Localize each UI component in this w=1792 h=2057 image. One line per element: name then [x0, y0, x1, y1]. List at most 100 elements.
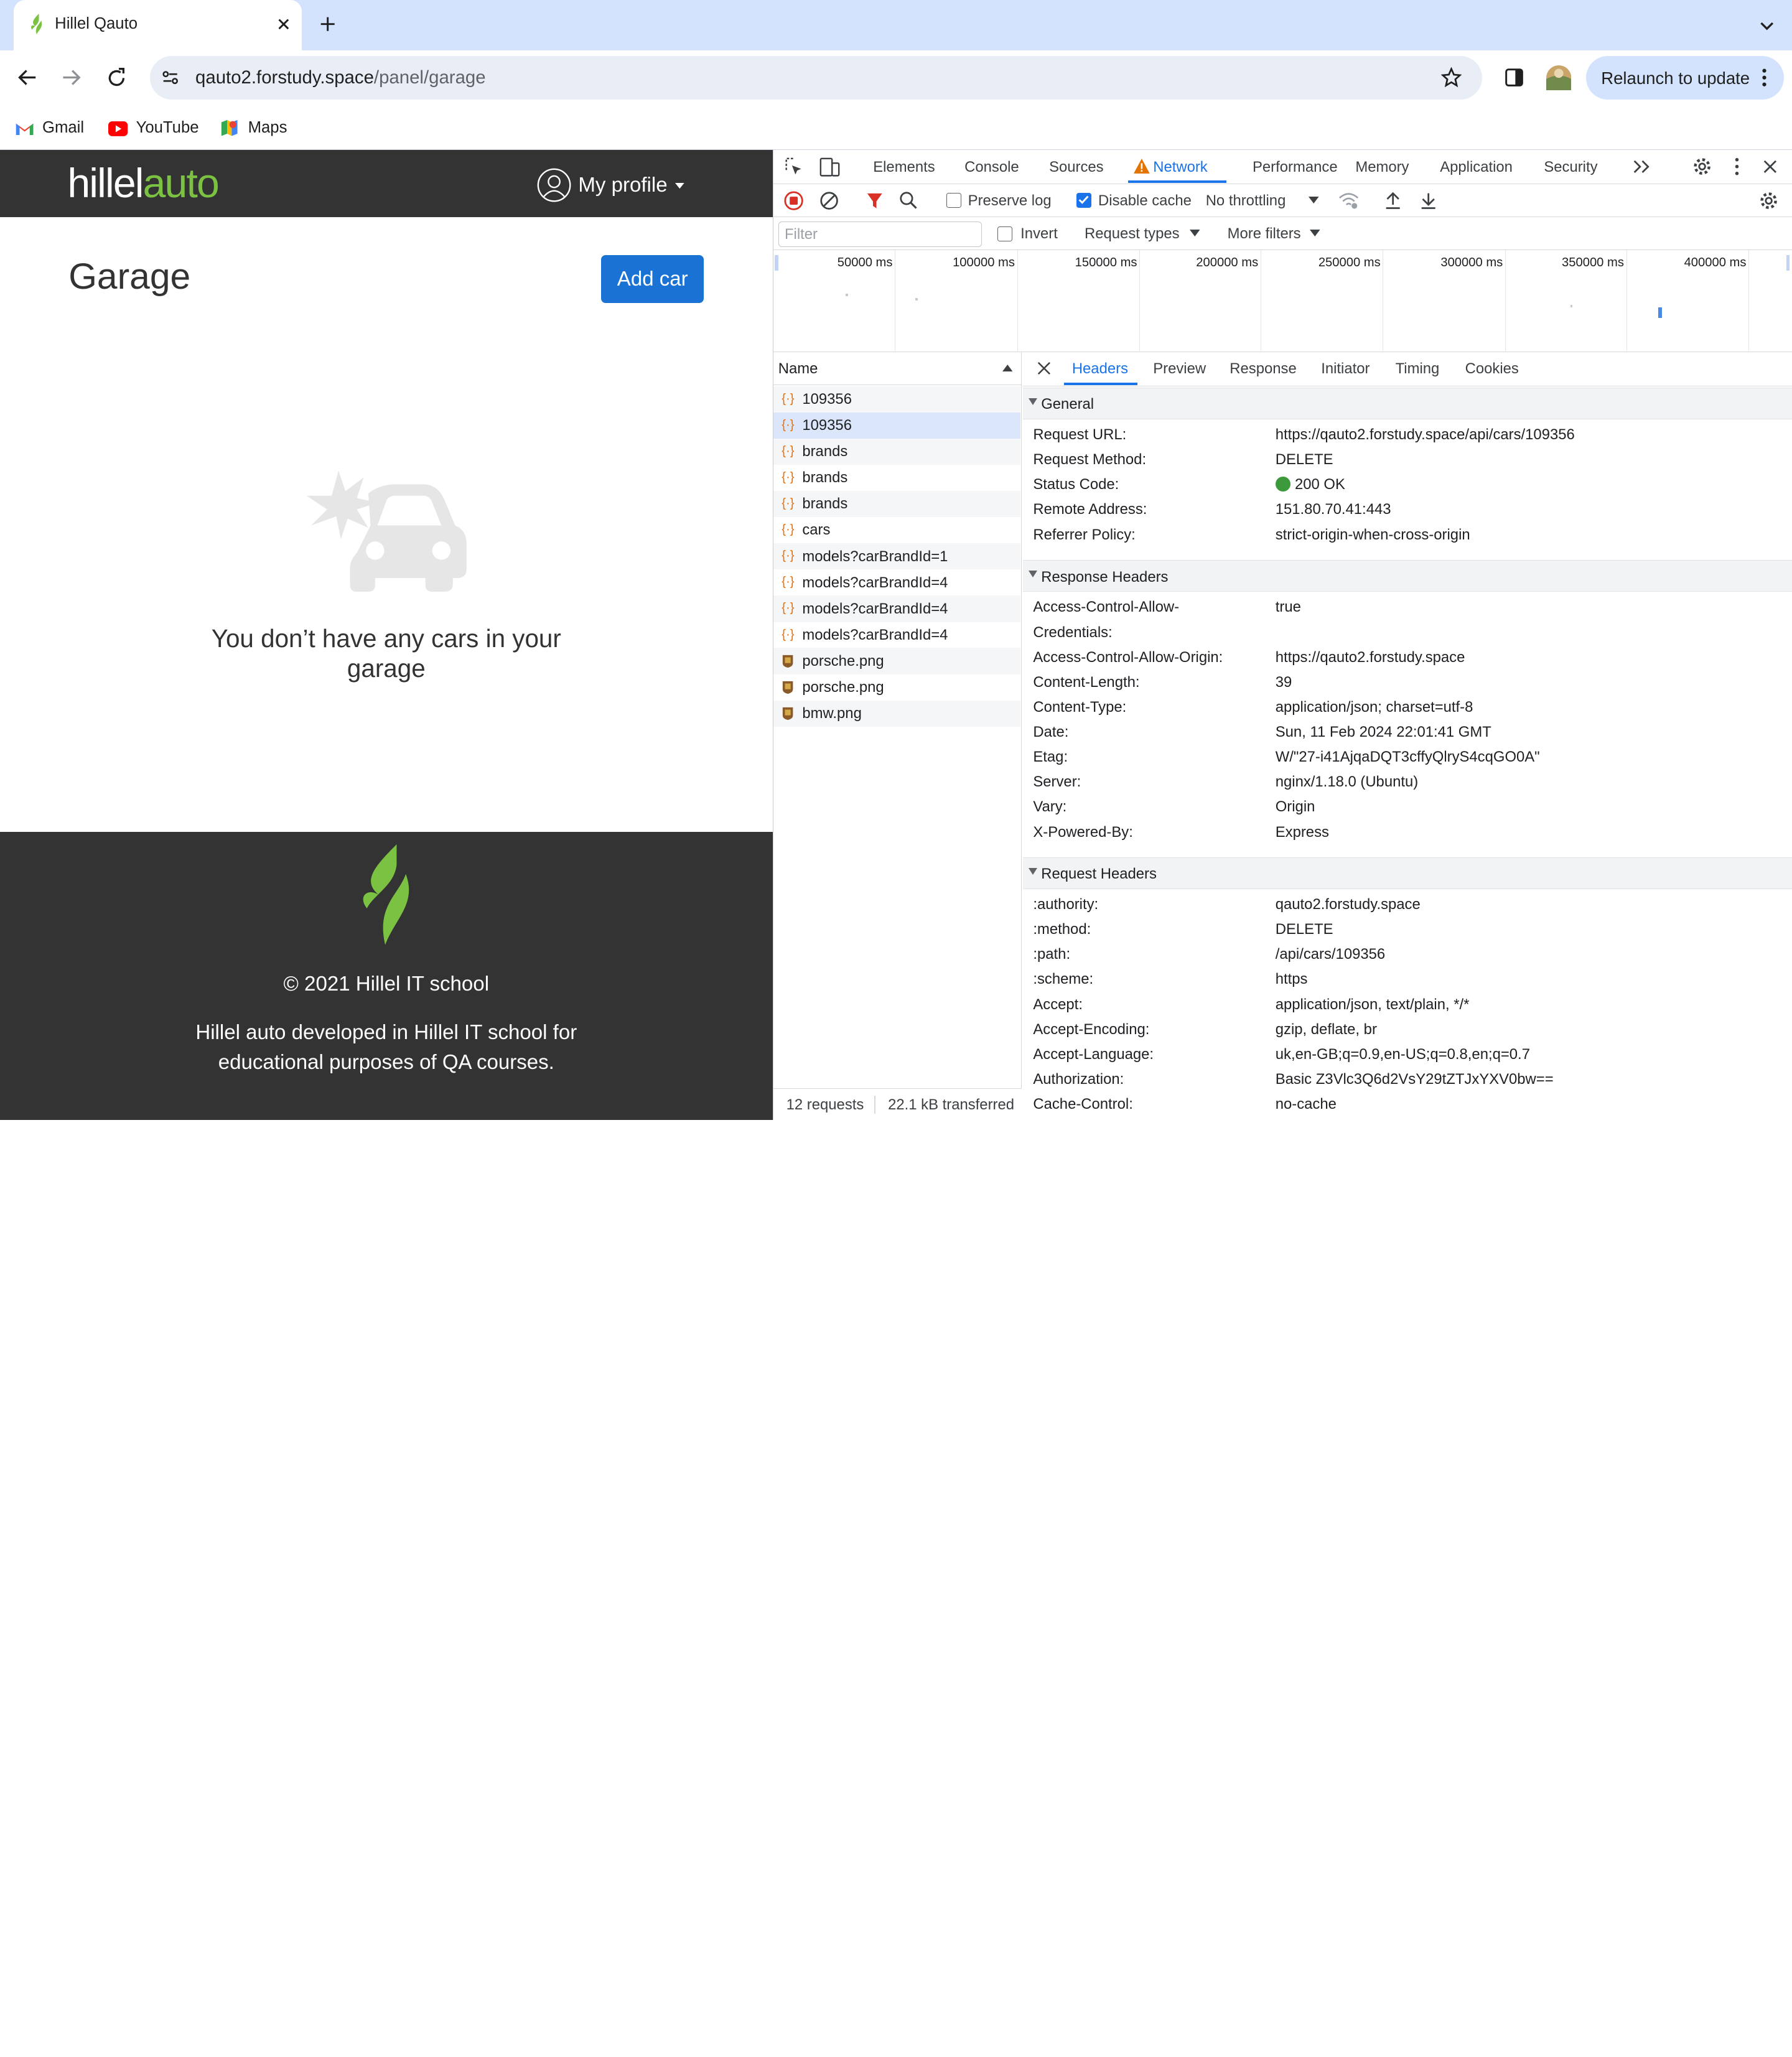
- general-section-header[interactable]: General: [1022, 387, 1792, 420]
- back-icon[interactable]: [16, 67, 39, 88]
- request-row[interactable]: {·} models?carBrandId=4: [773, 595, 1021, 622]
- header-value[interactable]: application/json, text/plain, */*: [1276, 996, 1470, 1014]
- new-tab-icon[interactable]: [319, 15, 337, 33]
- timeline-handle-left[interactable]: [775, 254, 778, 271]
- close-devtools-icon[interactable]: [1762, 159, 1778, 175]
- forward-icon[interactable]: [60, 67, 83, 88]
- bookmark-maps[interactable]: Maps: [248, 119, 287, 137]
- tab-security[interactable]: Security: [1544, 159, 1597, 176]
- request-row[interactable]: bmw.png: [773, 700, 1021, 727]
- tab-sources[interactable]: Sources: [1049, 159, 1104, 176]
- relaunch-button[interactable]: Relaunch to update: [1586, 55, 1785, 100]
- request-headers-section-header[interactable]: Request Headers: [1022, 857, 1792, 889]
- header-key: Content-Type:: [1033, 698, 1127, 716]
- header-value[interactable]: Basic Z3Vlc3Q6d2VsY29tZTJxYXV0bw==: [1276, 1071, 1554, 1088]
- header-value[interactable]: W/"27-i41AjqaDQT3cffyQlryS4cqGO0A": [1276, 749, 1540, 766]
- site-logo[interactable]: hillelauto: [67, 161, 219, 207]
- tab-memory[interactable]: Memory: [1355, 159, 1409, 176]
- header-value[interactable]: 39: [1276, 674, 1292, 691]
- header-value[interactable]: qauto2.forstudy.space: [1276, 896, 1421, 913]
- search-icon[interactable]: [899, 191, 918, 210]
- throttling-select[interactable]: No throttling: [1206, 192, 1286, 210]
- header-value[interactable]: https://qauto2.forstudy.space/api/cars/1…: [1276, 426, 1575, 444]
- bookmark-star-icon[interactable]: [1441, 67, 1462, 88]
- filter-input[interactable]: Filter: [778, 222, 982, 247]
- header-value[interactable]: nginx/1.18.0 (Ubuntu): [1276, 773, 1418, 791]
- header-value[interactable]: Express: [1276, 824, 1329, 841]
- header-value[interactable]: /api/cars/109356: [1276, 946, 1385, 963]
- filter-funnel-icon[interactable]: [866, 192, 884, 210]
- add-car-button[interactable]: Add car: [601, 254, 704, 303]
- request-types-dropdown[interactable]: Request types: [1085, 225, 1180, 243]
- bookmark-gmail[interactable]: Gmail: [42, 119, 84, 137]
- network-conditions-icon[interactable]: [1338, 191, 1359, 209]
- header-value[interactable]: DELETE: [1276, 921, 1333, 938]
- browser-tab[interactable]: Hillel Qauto: [14, 0, 302, 50]
- request-row[interactable]: {·} models?carBrandId=4: [773, 569, 1020, 595]
- timeline-handle-right[interactable]: [1786, 254, 1790, 271]
- tab-initiator[interactable]: Initiator: [1321, 360, 1370, 378]
- network-overview-timeline[interactable]: 50000 ms 100000 ms 150000 ms 200000 ms 2…: [773, 250, 1792, 352]
- tab-search-icon[interactable]: [1758, 16, 1776, 34]
- close-details-icon[interactable]: [1037, 361, 1052, 376]
- clear-icon[interactable]: [819, 191, 839, 210]
- request-row[interactable]: {·} cars: [773, 517, 1020, 543]
- header-value[interactable]: Sun, 11 Feb 2024 22:01:41 GMT: [1276, 724, 1491, 741]
- header-value[interactable]: DELETE: [1276, 451, 1333, 469]
- header-value[interactable]: https://qauto2.forstudy.space: [1276, 649, 1465, 666]
- address-bar[interactable]: qauto2.forstudy.space/panel/garage: [149, 55, 1483, 100]
- header-value[interactable]: gzip, deflate, br: [1276, 1021, 1377, 1038]
- site-info-icon[interactable]: [161, 68, 179, 86]
- stop-recording-icon[interactable]: [784, 191, 803, 210]
- devtools-menu-icon[interactable]: [1734, 157, 1740, 175]
- header-value[interactable]: true: [1276, 599, 1301, 616]
- profile-avatar[interactable]: [1546, 65, 1572, 91]
- import-har-icon[interactable]: [1384, 191, 1402, 210]
- preserve-log-checkbox[interactable]: [946, 193, 961, 208]
- tab-timing[interactable]: Timing: [1396, 360, 1440, 378]
- device-toolbar-icon[interactable]: [819, 157, 840, 177]
- request-row[interactable]: porsche.png: [773, 648, 1021, 674]
- reload-icon[interactable]: [105, 67, 128, 90]
- tab-cookies[interactable]: Cookies: [1465, 360, 1519, 378]
- name-column-header[interactable]: Name: [773, 352, 1022, 385]
- tab-application[interactable]: Application: [1440, 159, 1513, 176]
- network-settings-icon[interactable]: [1759, 191, 1778, 210]
- more-tabs-icon[interactable]: [1632, 159, 1650, 175]
- tab-headers[interactable]: Headers: [1072, 360, 1128, 378]
- request-row[interactable]: {·} 109356: [773, 412, 1021, 439]
- request-row[interactable]: {·} brands: [773, 438, 1021, 465]
- more-filters-dropdown[interactable]: More filters: [1228, 225, 1301, 243]
- request-row[interactable]: {·} models?carBrandId=4: [773, 622, 1020, 648]
- request-row[interactable]: porsche.png: [773, 674, 1020, 700]
- tab-preview[interactable]: Preview: [1153, 360, 1206, 378]
- request-row[interactable]: {·} 109356: [773, 386, 1021, 413]
- more-vert-icon[interactable]: [1761, 68, 1768, 87]
- header-value[interactable]: strict-origin-when-cross-origin: [1276, 526, 1470, 544]
- throttling-dropdown-icon[interactable]: [1309, 196, 1319, 203]
- side-panel-icon[interactable]: [1504, 67, 1524, 88]
- response-headers-section-header[interactable]: Response Headers: [1022, 559, 1792, 592]
- settings-gear-icon[interactable]: [1692, 157, 1712, 176]
- request-row[interactable]: {·} models?carBrandId=1: [773, 543, 1021, 570]
- tab-performance[interactable]: Performance: [1253, 159, 1338, 176]
- header-value[interactable]: 200 OK: [1295, 476, 1345, 493]
- header-value[interactable]: application/json; charset=utf-8: [1276, 699, 1473, 716]
- tab-response[interactable]: Response: [1230, 360, 1296, 378]
- inspect-element-icon[interactable]: [784, 157, 803, 177]
- tab-elements[interactable]: Elements: [873, 159, 935, 176]
- close-tab-icon[interactable]: [276, 16, 292, 32]
- header-value[interactable]: 151.80.70.41:443: [1276, 501, 1391, 518]
- header-value[interactable]: https: [1276, 971, 1308, 988]
- request-row[interactable]: {·} brands: [773, 465, 1020, 491]
- tab-network[interactable]: Network: [1153, 159, 1208, 176]
- request-row[interactable]: {·} brands: [773, 491, 1021, 518]
- header-value[interactable]: no-cache: [1276, 1096, 1337, 1113]
- header-value[interactable]: Origin: [1276, 798, 1315, 816]
- disable-cache-checkbox[interactable]: [1076, 193, 1092, 208]
- bookmark-youtube[interactable]: YouTube: [136, 119, 199, 137]
- header-value[interactable]: uk,en-GB;q=0.9,en-US;q=0.8,en;q=0.7: [1276, 1046, 1530, 1063]
- export-har-icon[interactable]: [1419, 191, 1437, 210]
- tab-console[interactable]: Console: [964, 159, 1019, 176]
- invert-checkbox[interactable]: [997, 226, 1013, 241]
